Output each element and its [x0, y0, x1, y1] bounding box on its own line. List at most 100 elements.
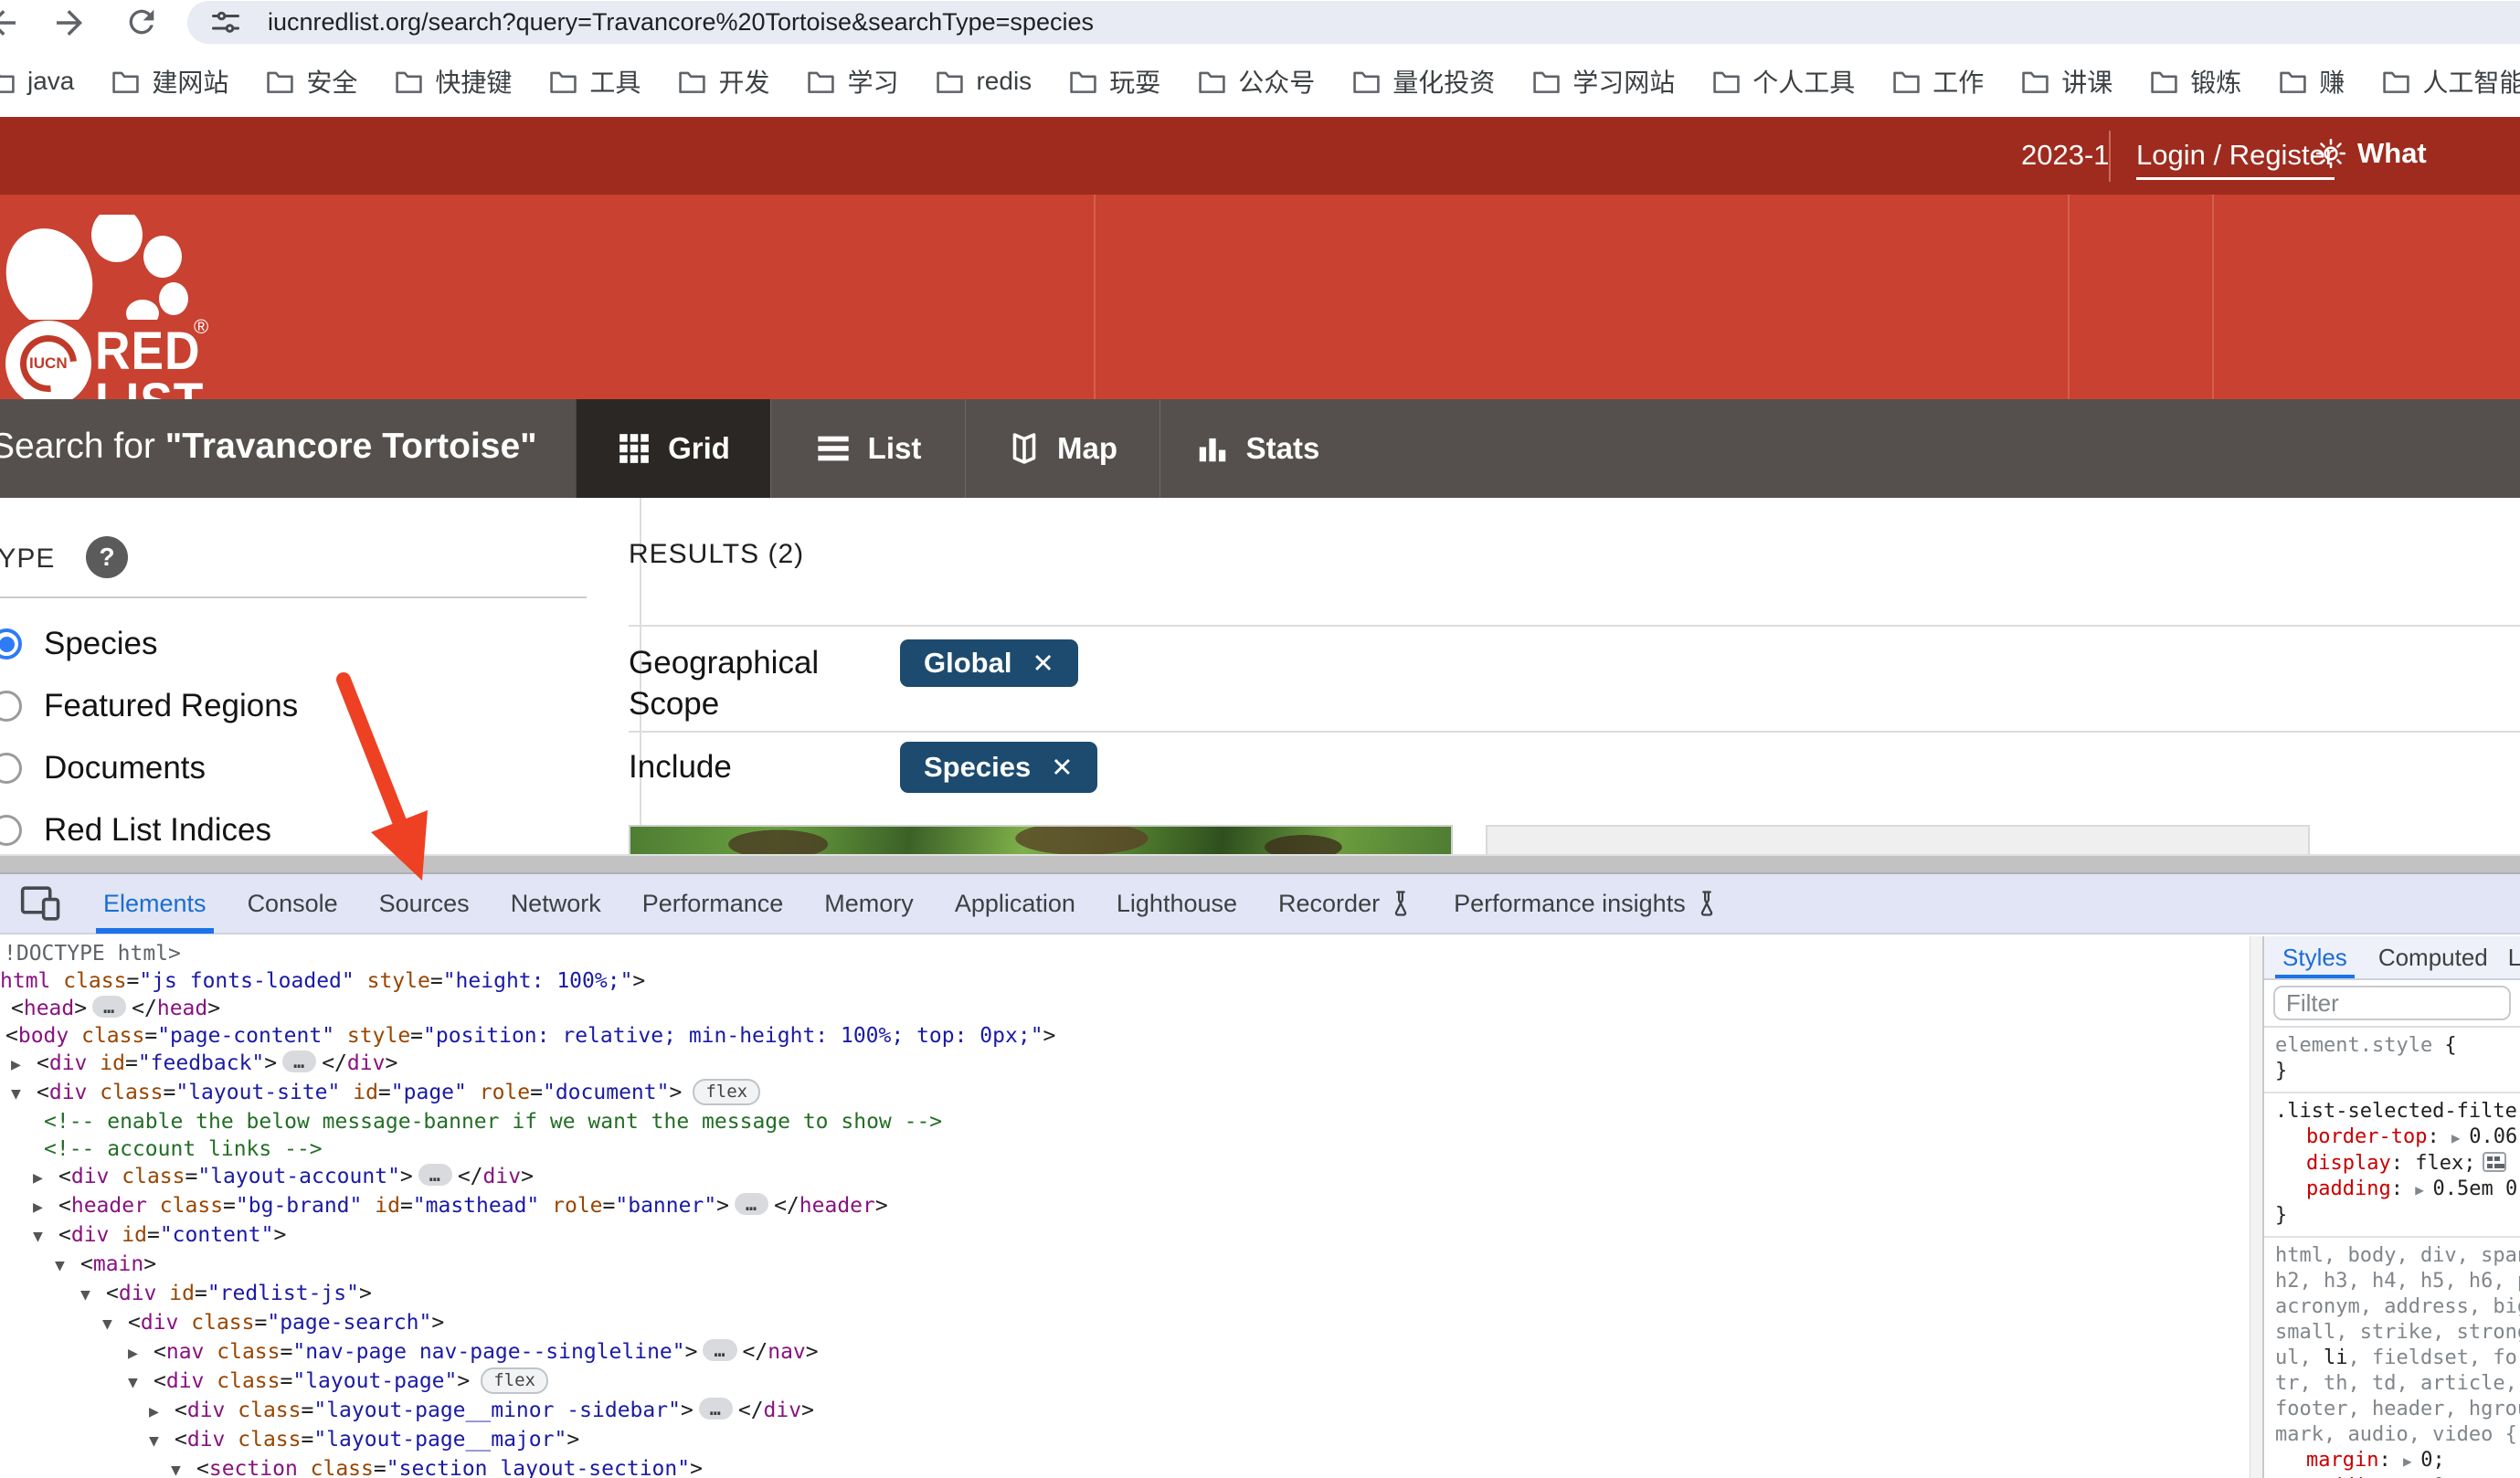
- bookmark-folder[interactable]: 公众号: [1198, 63, 1315, 100]
- tree-arrow-icon[interactable]: ▶: [11, 1051, 37, 1079]
- expand-ellipsis-badge[interactable]: …: [92, 996, 127, 1018]
- expand-ellipsis-badge[interactable]: …: [735, 1193, 769, 1215]
- tree-arrow-icon[interactable]: ▼: [102, 1311, 128, 1338]
- styles-tab-computed[interactable]: Computed: [2378, 936, 2488, 978]
- iucn-redlist-logo[interactable]: IUCN RED ® LIST: [5, 207, 216, 432]
- css-rule[interactable]: html, body, div, span h2, h3, h4, h5, h6,…: [2264, 1238, 2520, 1478]
- tree-arrow-icon[interactable]: ▼: [33, 1223, 58, 1251]
- dom-tree-node[interactable]: ▼ <div class="layout-site" id="page" role…: [0, 1079, 2250, 1108]
- bookmark-folder[interactable]: 学习网站: [1532, 63, 1675, 100]
- dom-tree-node[interactable]: ▶ <div class="layout-page__minor -sidebar…: [0, 1397, 2250, 1426]
- bookmark-folder[interactable]: 讲课: [2021, 63, 2112, 100]
- result-card-photo[interactable]: [629, 825, 1453, 854]
- tree-arrow-icon[interactable]: ▼: [128, 1369, 154, 1397]
- bookmark-folder[interactable]: 玩耍: [1069, 63, 1160, 100]
- radio-icon[interactable]: [0, 628, 22, 660]
- css-property[interactable]: margin: ▶ 0;: [2275, 1448, 2520, 1474]
- dom-tree-node[interactable]: ▼ <main>: [0, 1251, 2250, 1280]
- expand-arrow-icon[interactable]: ▶: [2415, 1181, 2432, 1198]
- dom-tree-node[interactable]: ▶ <div id="feedback">… </div>: [0, 1050, 2250, 1079]
- devtools-tab-lighthouse[interactable]: Lighthouse: [1117, 873, 1237, 934]
- device-toolbar-icon[interactable]: [20, 885, 62, 922]
- address-bar[interactable]: iucnredlist.org/search?query=Travancore%…: [187, 1, 2520, 44]
- type-option-documents[interactable]: Documents: [0, 737, 603, 799]
- tree-arrow-icon[interactable]: ▶: [149, 1399, 175, 1426]
- dom-tree-node[interactable]: ▶ <header class="bg-brand" id="masthead" …: [0, 1192, 2250, 1221]
- dom-tree-node[interactable]: ▼ <div class="layout-page"> flex: [0, 1367, 2250, 1397]
- devtools-tab-application[interactable]: Application: [955, 873, 1075, 934]
- devtools-tab-performance-insights[interactable]: Performance insights: [1454, 873, 1719, 934]
- radio-icon[interactable]: [0, 753, 22, 784]
- flex-badge[interactable]: flex: [693, 1079, 761, 1105]
- remove-filter-icon[interactable]: ✕: [1032, 648, 1054, 680]
- bookmark-folder[interactable]: 安全: [266, 63, 357, 100]
- bookmark-folder[interactable]: 工具: [549, 63, 641, 100]
- expand-ellipsis-badge[interactable]: …: [703, 1339, 737, 1361]
- dom-tree-node[interactable]: !DOCTYPE html>: [0, 940, 2250, 967]
- dom-tree-node[interactable]: <body class="page-content" style="positi…: [0, 1022, 2250, 1050]
- tree-arrow-icon[interactable]: ▼: [171, 1457, 196, 1478]
- devtools-tab-console[interactable]: Console: [248, 873, 338, 934]
- result-card[interactable]: [1486, 825, 2310, 854]
- dom-tree-node[interactable]: ▶ <div class="layout-account">… </div>: [0, 1163, 2250, 1192]
- dom-tree-node[interactable]: ▼ <div id="redlist-js">: [0, 1280, 2250, 1309]
- devtools-splitter[interactable]: [0, 854, 2520, 874]
- tree-arrow-icon[interactable]: ▼: [149, 1428, 175, 1455]
- css-rule[interactable]: element.style {}: [2264, 1028, 2520, 1093]
- tree-arrow-icon[interactable]: ▶: [128, 1340, 154, 1367]
- elements-tree[interactable]: !DOCTYPE html> html class="js fonts-loade…: [0, 936, 2250, 1478]
- expand-ellipsis-badge[interactable]: …: [418, 1164, 452, 1186]
- back-icon[interactable]: [0, 4, 22, 42]
- radio-icon[interactable]: [0, 815, 22, 846]
- styles-tab-layout[interactable]: Layout: [2508, 936, 2520, 978]
- view-tab-grid[interactable]: Grid: [576, 399, 770, 498]
- css-property[interactable]: padding: ▶ 0.5em 0: [2275, 1177, 2520, 1203]
- expand-ellipsis-badge[interactable]: …: [282, 1050, 317, 1072]
- bookmark-folder[interactable]: redis: [936, 67, 1032, 96]
- forward-icon[interactable]: [50, 4, 89, 42]
- css-rules-list[interactable]: element.style {} .list-selected-filter bor…: [2264, 1028, 2520, 1478]
- view-tab-stats[interactable]: Stats: [1159, 399, 1354, 498]
- flex-badge[interactable]: flex: [481, 1367, 548, 1394]
- css-property[interactable]: display: flex;: [2275, 1151, 2520, 1177]
- bookmark-folder[interactable]: java: [0, 67, 74, 96]
- dom-tree-node[interactable]: <!-- account links -->: [0, 1135, 2250, 1163]
- css-rule[interactable]: .list-selected-filter border-top: ▶ 0.06 d…: [2264, 1093, 2520, 1238]
- type-option-red-list-indices[interactable]: Red List Indices: [0, 799, 603, 854]
- styles-filter-input[interactable]: [2273, 986, 2511, 1020]
- bookmark-folder[interactable]: 学习: [807, 63, 898, 100]
- dom-tree-node[interactable]: ▶ <nav class="nav-page nav-page--singleli…: [0, 1338, 2250, 1367]
- devtools-tab-memory[interactable]: Memory: [824, 873, 914, 934]
- expand-arrow-icon[interactable]: ▶: [2403, 1452, 2420, 1470]
- dom-tree-node[interactable]: ▼ <section class="section layout-section"…: [0, 1455, 2250, 1478]
- devtools-tab-sources[interactable]: Sources: [379, 873, 470, 934]
- bookmark-folder[interactable]: 赚: [2279, 63, 2345, 100]
- bookmark-folder[interactable]: 个人工具: [1712, 63, 1855, 100]
- tree-arrow-icon[interactable]: ▶: [33, 1165, 58, 1192]
- view-tab-map[interactable]: Map: [965, 399, 1159, 498]
- bookmark-folder[interactable]: 建网站: [111, 63, 228, 100]
- devtools-tab-recorder[interactable]: Recorder: [1278, 873, 1413, 934]
- dom-tree-node[interactable]: ▼ <div class="layout-page__major">: [0, 1426, 2250, 1455]
- css-property[interactable]: border-top: ▶ 0.06: [2275, 1124, 2520, 1151]
- bookmark-folder[interactable]: 人工智能: [2382, 63, 2520, 100]
- login-register-link[interactable]: Login / Register: [2136, 139, 2335, 180]
- dom-tree-node[interactable]: ▼ <div id="content">: [0, 1221, 2250, 1251]
- panel-scrollbar[interactable]: [2250, 936, 2262, 1478]
- filter-chip-species[interactable]: Species ✕: [900, 742, 1097, 793]
- view-tab-list[interactable]: List: [770, 399, 965, 498]
- filter-chip-global[interactable]: Global ✕: [900, 639, 1078, 687]
- tree-arrow-icon[interactable]: ▼: [11, 1081, 37, 1108]
- expand-ellipsis-badge[interactable]: …: [698, 1398, 733, 1420]
- tree-arrow-icon[interactable]: ▼: [80, 1282, 106, 1309]
- whats-new-link[interactable]: What: [2315, 137, 2427, 170]
- dom-tree-node[interactable]: html class="js fonts-loaded" style="heig…: [0, 967, 2250, 995]
- devtools-tab-performance[interactable]: Performance: [642, 873, 784, 934]
- remove-filter-icon[interactable]: ✕: [1051, 752, 1073, 784]
- help-icon[interactable]: ?: [86, 536, 128, 578]
- bookmark-folder[interactable]: 工作: [1892, 63, 1984, 100]
- tree-arrow-icon[interactable]: ▼: [55, 1252, 80, 1280]
- tree-arrow-icon[interactable]: ▶: [33, 1194, 58, 1221]
- dom-tree-node[interactable]: <!-- enable the below message-banner if …: [0, 1108, 2250, 1135]
- devtools-tab-network[interactable]: Network: [511, 873, 601, 934]
